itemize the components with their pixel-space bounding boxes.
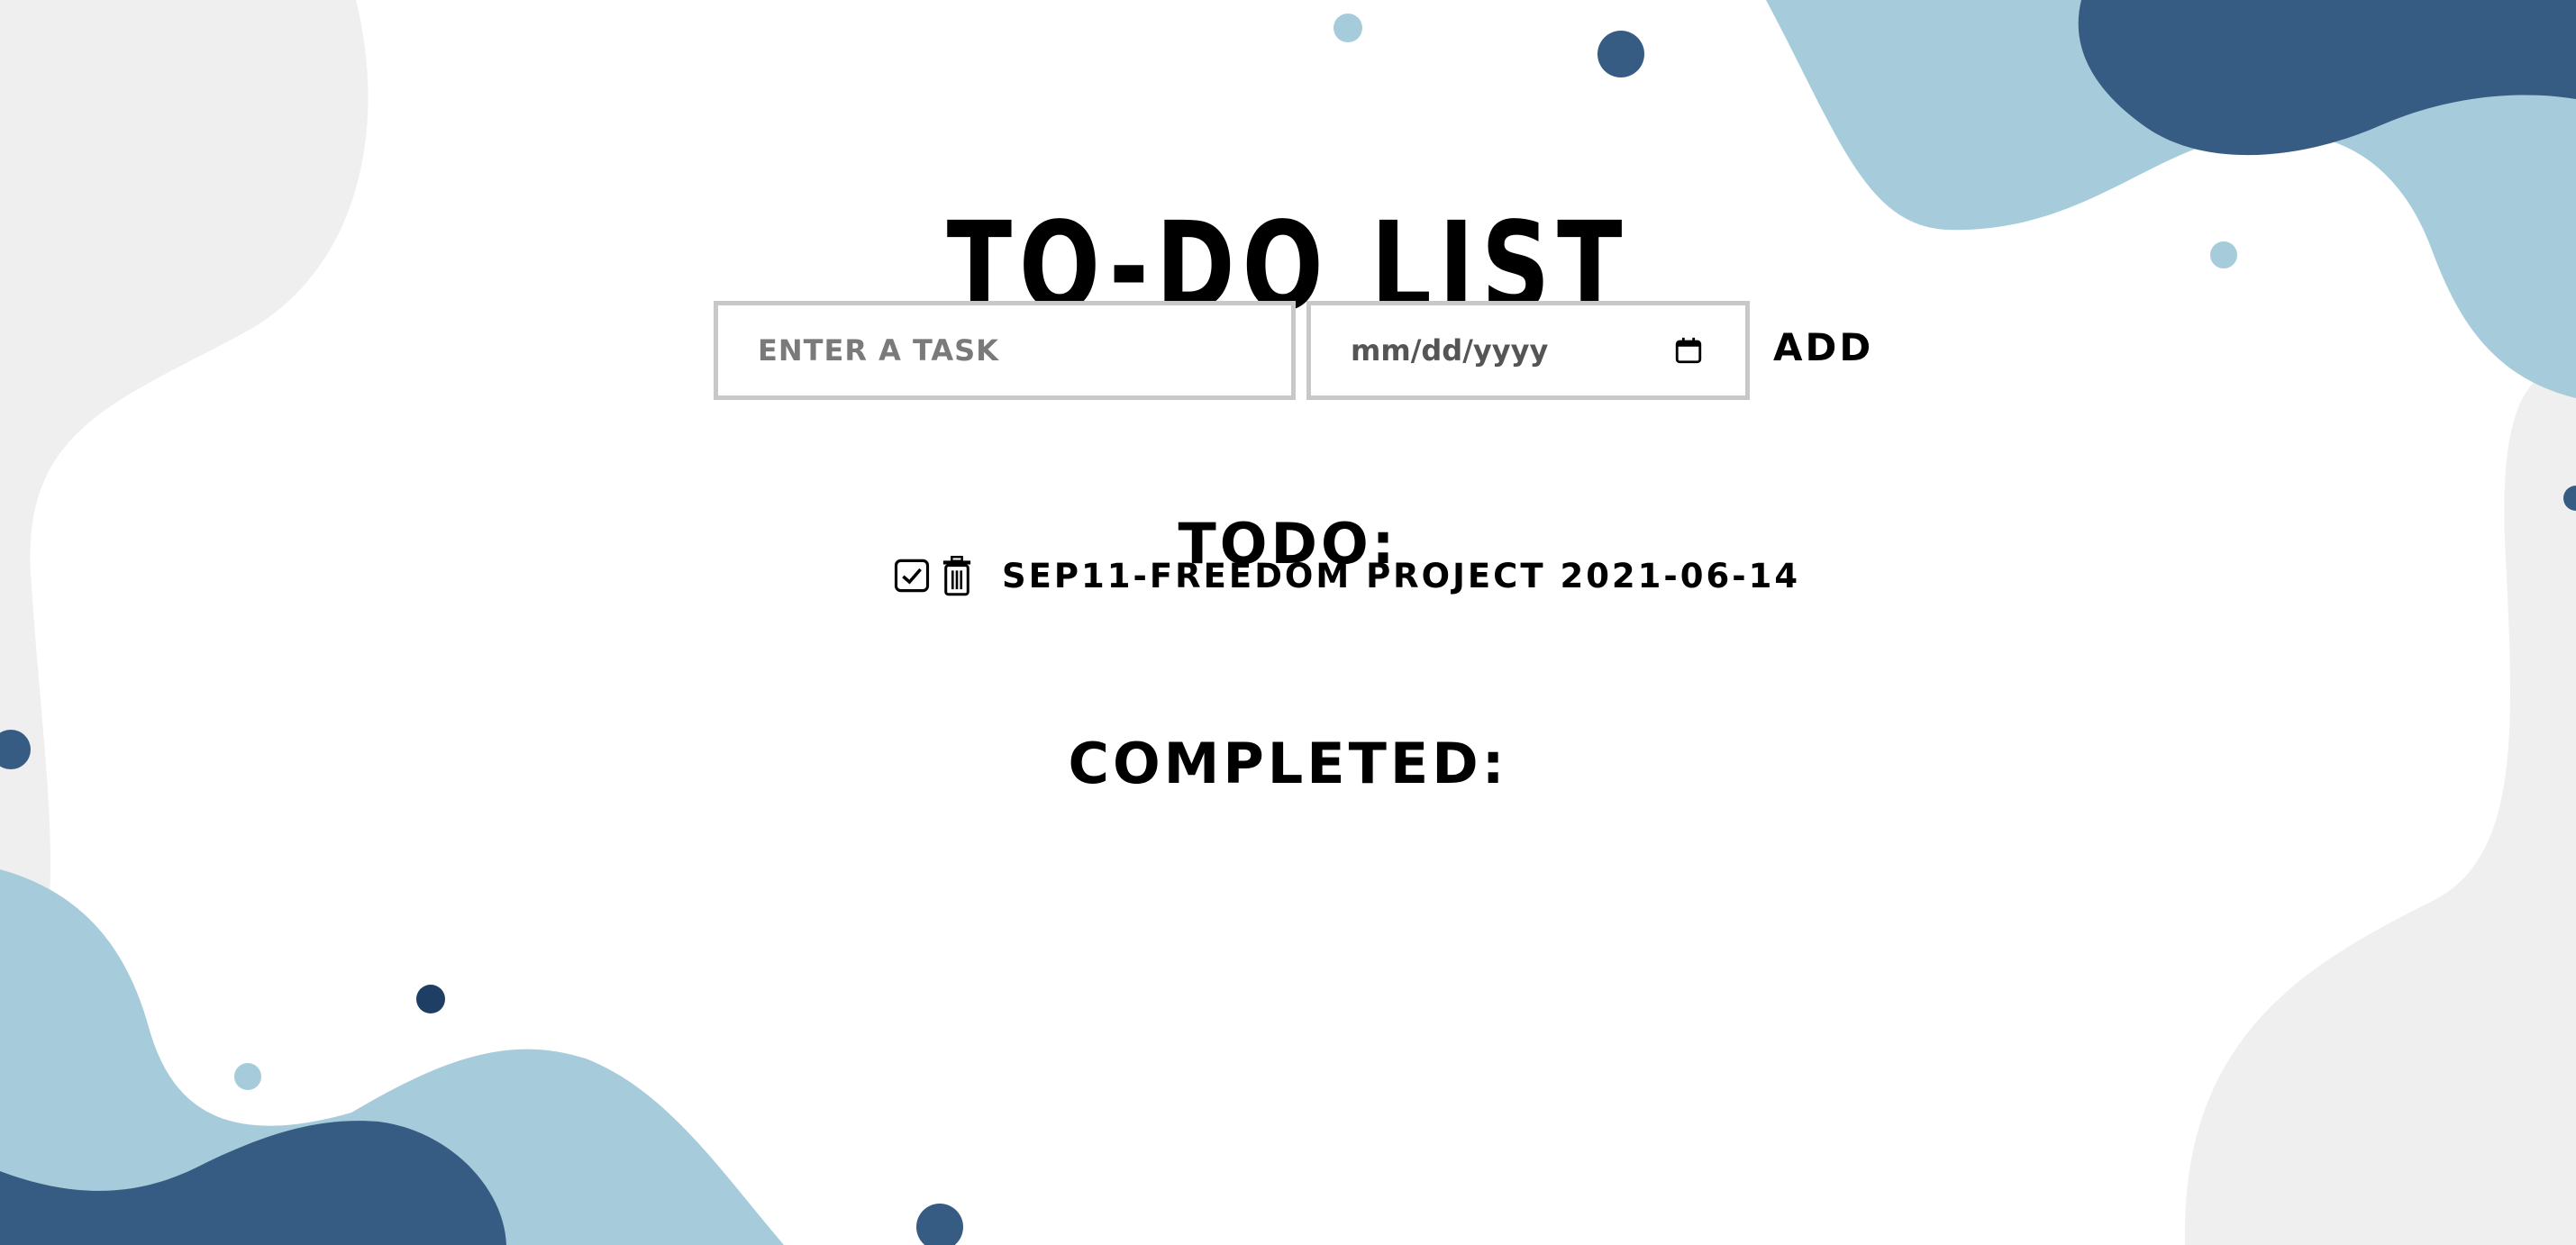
- add-button[interactable]: ADD: [1768, 320, 1879, 374]
- app: TO-DO LIST mm/dd/yyyy ADD TODO:: [0, 0, 2576, 1245]
- completed-heading: COMPLETED:: [1068, 731, 1508, 797]
- todo-item: SEP11-FREEDOM PROJECT 2021-06-14: [892, 553, 1800, 598]
- date-input[interactable]: mm/dd/yyyy: [1306, 301, 1750, 400]
- trash-icon-glyph: [942, 555, 971, 596]
- calendar-icon[interactable]: [1671, 333, 1706, 368]
- check-box-icon-glyph: [894, 559, 930, 593]
- calendar-icon-glyph: [1675, 337, 1702, 364]
- trash-icon[interactable]: [937, 554, 977, 597]
- date-placeholder: mm/dd/yyyy: [1351, 333, 1549, 368]
- complete-checkbox-icon[interactable]: [892, 554, 932, 597]
- todo-item-label: SEP11-FREEDOM PROJECT 2021-06-14: [1002, 556, 1801, 595]
- task-input[interactable]: [714, 301, 1296, 400]
